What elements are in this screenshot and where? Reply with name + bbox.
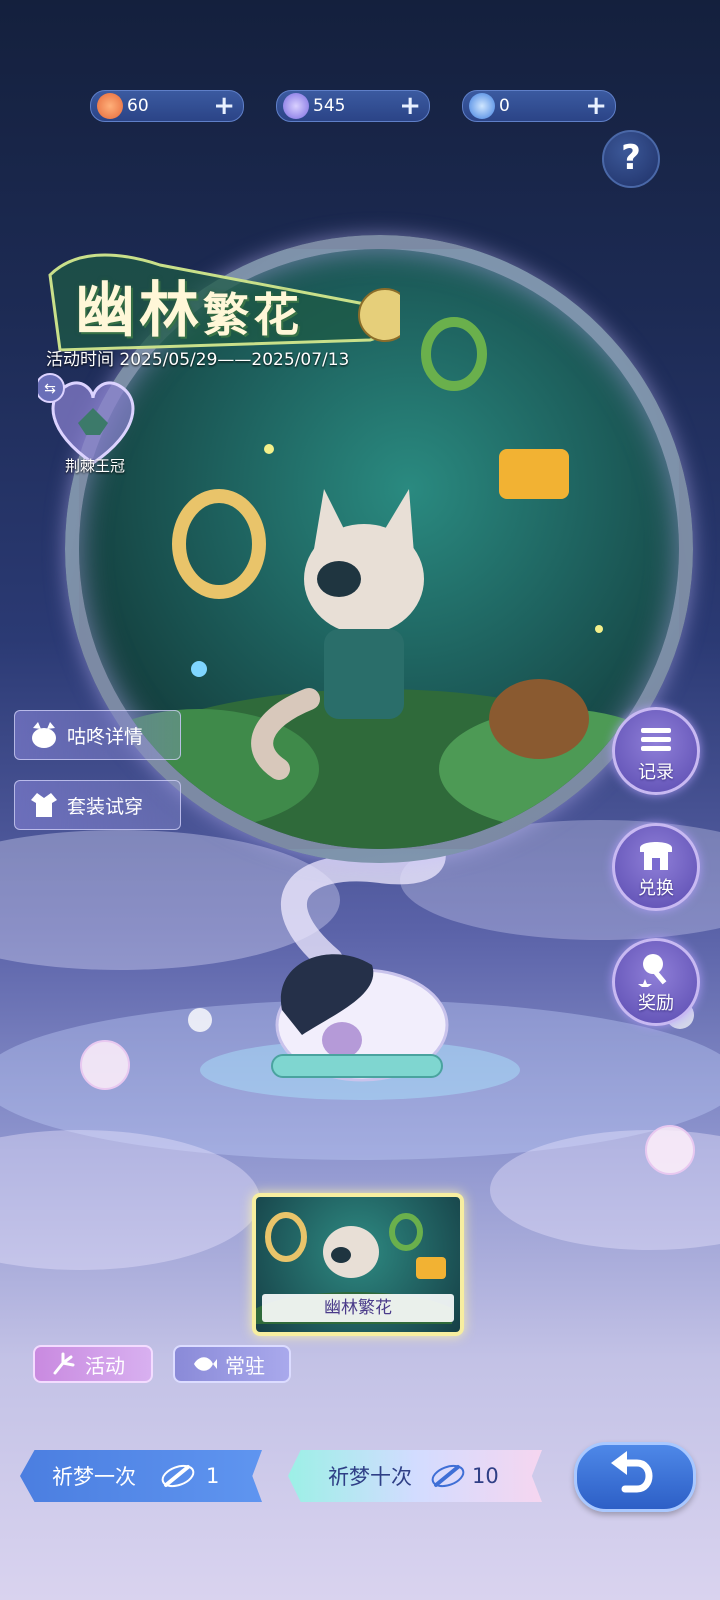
wish-once-cost: 1 [206, 1464, 220, 1488]
exchange-label: 兑换 [638, 878, 674, 899]
add-sun-coin-icon[interactable]: + [213, 92, 235, 120]
wish-ten-label: 祈梦十次 [328, 1465, 412, 1489]
wish-once-button[interactable]: 祈梦一次 1 [20, 1450, 262, 1502]
event-title: 幽林繁花 [75, 262, 303, 349]
event-title-main: 幽林 [75, 276, 203, 346]
reward-label: 奖励 [638, 993, 674, 1014]
featured-item-badge[interactable]: ⇆ [38, 373, 148, 468]
wish-feather-value: 0 [499, 96, 510, 116]
moon-crystal-icon [283, 93, 309, 119]
tab-event[interactable]: 活动 [33, 1345, 153, 1383]
record-button[interactable]: 记录 [612, 707, 700, 795]
details-label: 咕咚详情 [67, 725, 144, 748]
record-label: 记录 [638, 762, 674, 783]
wish-ten-cost: 10 [472, 1464, 499, 1488]
add-wish-feather-icon[interactable]: + [585, 92, 607, 120]
outfit-icon [31, 793, 57, 817]
reward-button[interactable]: 奖励 [612, 938, 700, 1026]
firework-icon [53, 1352, 75, 1375]
event-title-secondary: 繁花 [203, 288, 303, 342]
shop-icon [640, 842, 672, 870]
back-button[interactable] [574, 1442, 696, 1512]
sun-coin-icon [97, 93, 123, 119]
tab-permanent-label: 常驻 [225, 1353, 265, 1378]
wish-once-label: 祈梦一次 [52, 1465, 136, 1489]
event-pool-card[interactable]: 幽林繁花 [252, 1193, 464, 1336]
pool-card-label: 幽林繁花 [262, 1294, 454, 1322]
exchange-button[interactable]: 兑换 [612, 823, 700, 911]
event-time: 活动时间 2025/05/29——2025/07/13 [46, 350, 350, 370]
tab-event-label: 活动 [85, 1353, 125, 1378]
wish-feather-counter[interactable]: 0 + [462, 90, 616, 122]
moon-crystal-value: 545 [313, 96, 346, 116]
question-icon: ? [621, 138, 641, 178]
wish-ten-button[interactable]: 祈梦十次 10 [288, 1450, 542, 1502]
moon-crystal-counter[interactable]: 545 + [276, 90, 430, 122]
sun-coin-counter[interactable]: 60 + [90, 90, 244, 122]
help-button[interactable]: ? [602, 130, 660, 188]
try-on-label: 套装试穿 [67, 795, 144, 818]
cat-face-icon [32, 722, 56, 748]
try-on-button[interactable]: 套装试穿 [14, 780, 181, 830]
wish-feather-icon [431, 1464, 465, 1488]
svg-text:⇆: ⇆ [44, 381, 56, 397]
fish-icon [194, 1357, 217, 1371]
tab-permanent[interactable]: 常驻 [173, 1345, 291, 1383]
fish-list-icon [641, 728, 671, 751]
sun-coin-value: 60 [127, 96, 149, 116]
key-star-icon [638, 954, 667, 987]
add-moon-crystal-icon[interactable]: + [399, 92, 421, 120]
wish-feather-icon [469, 93, 495, 119]
featured-item-label: 荆棘王冠 [64, 457, 125, 475]
back-arrow-icon [611, 1451, 653, 1493]
wish-feather-icon [161, 1464, 195, 1488]
sleeping-character[interactable] [262, 940, 462, 1100]
details-button[interactable]: 咕咚详情 [14, 710, 181, 760]
